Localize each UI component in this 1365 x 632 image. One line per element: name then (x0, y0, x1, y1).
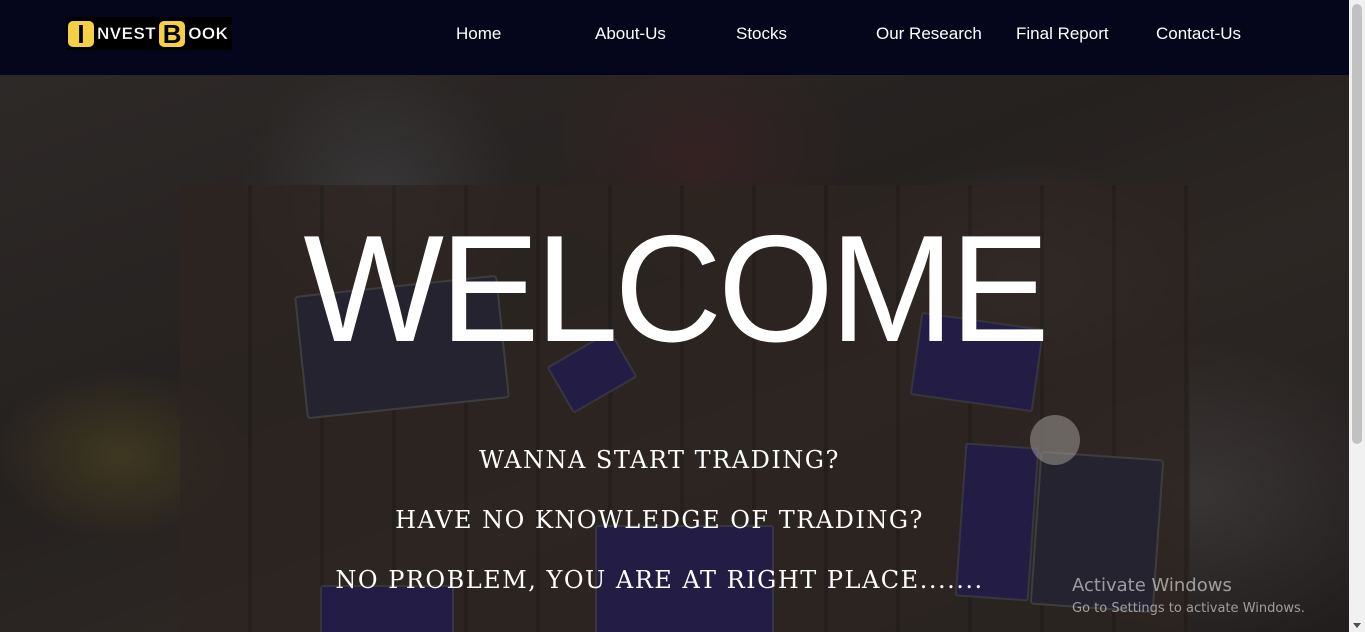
watermark-title: Activate Windows (1072, 575, 1232, 596)
nav-final-report[interactable]: Final Report (1016, 24, 1109, 44)
windows-activation-watermark: Activate Windows Go to Settings to activ… (1072, 574, 1305, 620)
nav-contact-us[interactable]: Contact-Us (1156, 24, 1241, 44)
nav-about-us[interactable]: About-Us (595, 24, 666, 44)
scroll-down-arrow-icon[interactable] (1353, 623, 1361, 628)
logo-letter-b: B (157, 18, 188, 49)
investbook-logo[interactable]: I NVEST B OOK (66, 17, 233, 50)
nav-home[interactable]: Home (456, 24, 501, 44)
nav-stocks[interactable]: Stocks (736, 24, 787, 44)
navbar: I NVEST B OOK Home About-Us Stocks Our R… (0, 0, 1349, 75)
logo-word-nvest: NVEST (97, 23, 157, 43)
hero-title: WELCOME (303, 204, 1049, 374)
hero-line-2: HAVE NO KNOWLEDGE OF TRADING? (395, 506, 924, 534)
hero-line-1: WANNA START TRADING? (479, 446, 840, 474)
logo-letter-i: I (66, 18, 96, 49)
hero-section: WELCOME WANNA START TRADING? HAVE NO KNO… (0, 75, 1349, 632)
vertical-scrollbar[interactable] (1349, 0, 1365, 632)
scrollbar-thumb[interactable] (1352, 4, 1362, 444)
nav-our-research[interactable]: Our Research (876, 24, 982, 44)
page: I NVEST B OOK Home About-Us Stocks Our R… (0, 0, 1365, 632)
watermark-subtitle: Go to Settings to activate Windows. (1072, 601, 1305, 616)
logo-word-ook: OOK (188, 23, 229, 43)
